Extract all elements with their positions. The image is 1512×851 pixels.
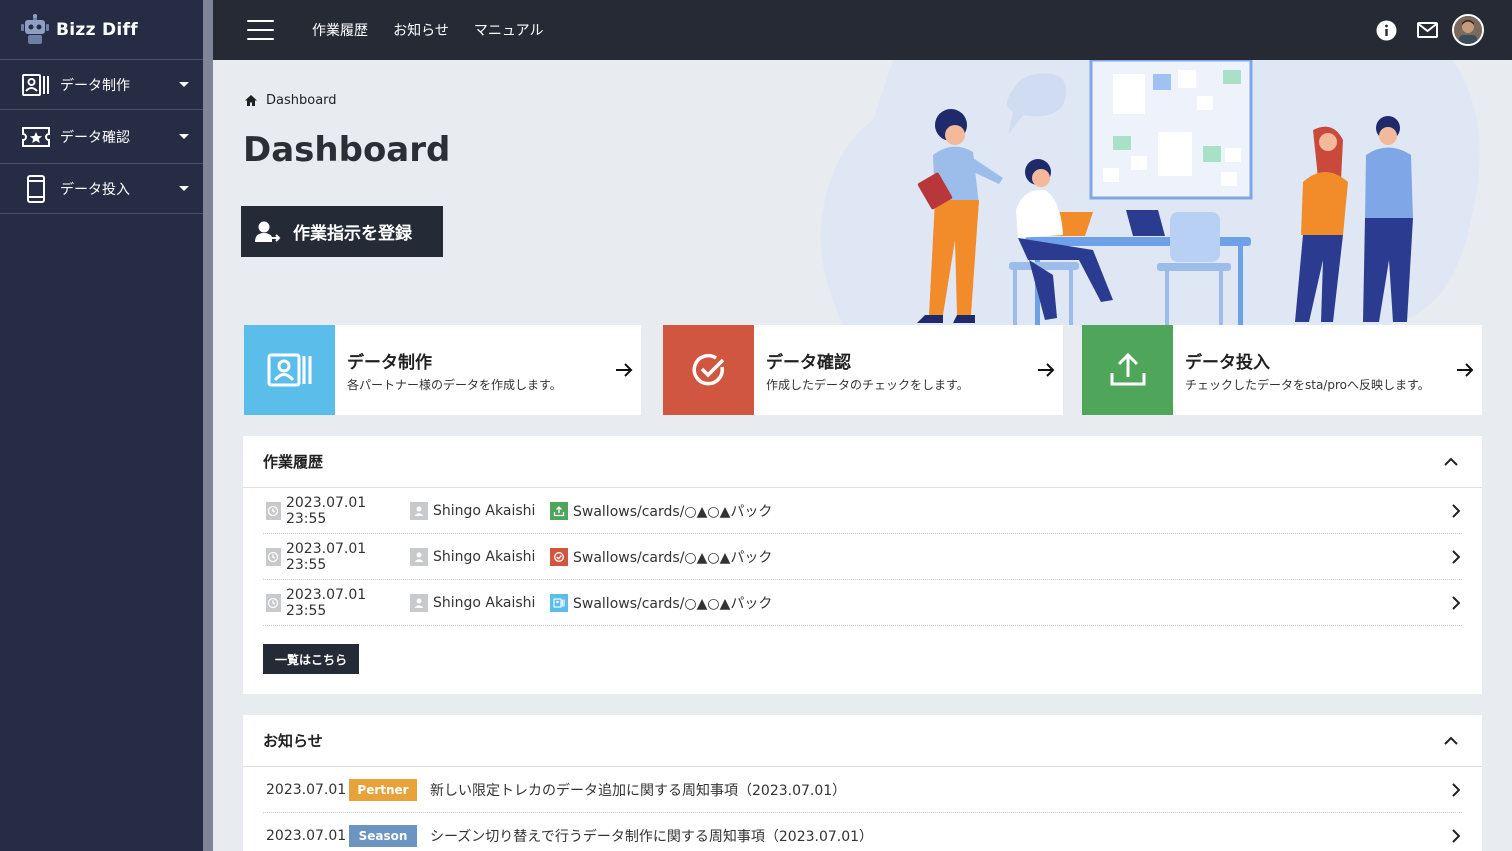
team-illustration bbox=[820, 60, 1480, 325]
history-date: 2023.07.01 23:55 bbox=[285, 494, 367, 527]
history-title: 作業履歴 bbox=[263, 453, 324, 471]
nav-manual[interactable]: マニュアル bbox=[474, 23, 544, 39]
category-badge: Pertner bbox=[349, 778, 417, 801]
sidebar-item-label: データ確認 bbox=[60, 129, 130, 146]
user-icon bbox=[410, 501, 428, 520]
history-path: Swallows/cards/○▲○▲パック bbox=[573, 595, 773, 612]
card-data-check[interactable]: データ確認 作成したデータのチェックをします。 bbox=[663, 325, 1063, 415]
chevron-right-icon bbox=[1451, 782, 1460, 797]
category-badge: Season bbox=[349, 824, 417, 847]
sidebar-item-data-upload[interactable]: データ投入 bbox=[0, 164, 203, 214]
view-all-button[interactable]: 一覧はこちら bbox=[263, 644, 360, 674]
check-circle-icon bbox=[550, 547, 568, 566]
main-content: Dashboard Dashboard 作業指示を登録 データ制作 各パートナー… bbox=[213, 60, 1512, 851]
ticket-star-icon bbox=[22, 124, 50, 150]
sidebar-item-data-creation[interactable]: データ制作 bbox=[0, 60, 203, 110]
top-bar: 作業履歴 お知らせ マニュアル bbox=[213, 0, 1512, 60]
news-headline: 新しい限定トレカのデータ追加に関する周知事項（2023.07.01） bbox=[430, 782, 847, 799]
news-headline: シーズン切り替えで行うデータ制作に関する周知事項（2023.07.01） bbox=[430, 828, 874, 845]
user-arrow-icon bbox=[255, 220, 281, 244]
chevron-right-icon bbox=[1451, 503, 1460, 518]
history-user: Shingo Akaishi bbox=[433, 502, 536, 519]
sidebar-item-data-check[interactable]: データ確認 bbox=[0, 110, 203, 164]
chevron-up-icon[interactable] bbox=[1444, 736, 1458, 745]
chevron-right-icon bbox=[1451, 828, 1460, 843]
clock-icon bbox=[266, 501, 281, 520]
id-card-icon bbox=[22, 72, 50, 98]
hamburger-menu-icon[interactable] bbox=[247, 20, 274, 40]
sidebar-item-label: データ投入 bbox=[60, 181, 130, 198]
info-icon[interactable] bbox=[1376, 20, 1397, 41]
caret-down-icon bbox=[179, 186, 189, 191]
breadcrumb-current: Dashboard bbox=[266, 93, 337, 108]
register-task-label: 作業指示を登録 bbox=[293, 224, 412, 244]
history-panel: 作業履歴 2023.07.01 23:55 Shingo Akaishi Swa… bbox=[243, 436, 1482, 694]
user-icon bbox=[410, 593, 428, 612]
clock-icon bbox=[266, 547, 281, 566]
card-data-creation[interactable]: データ制作 各パートナー様のデータを作成します。 bbox=[244, 325, 641, 415]
sidebar: Bizz Diff データ制作 データ確認 データ投入 bbox=[0, 0, 203, 851]
card-title: データ確認 bbox=[766, 352, 851, 373]
card-title: データ制作 bbox=[347, 352, 432, 373]
caret-down-icon bbox=[179, 134, 189, 139]
mail-icon[interactable] bbox=[1417, 22, 1438, 38]
top-nav: 作業履歴 お知らせ マニュアル bbox=[312, 20, 564, 40]
nav-work-history[interactable]: 作業履歴 bbox=[312, 23, 368, 39]
id-card-icon bbox=[550, 593, 568, 612]
nav-notices[interactable]: お知らせ bbox=[393, 23, 449, 39]
id-card-icon bbox=[244, 325, 335, 415]
history-user: Shingo Akaishi bbox=[433, 594, 536, 611]
history-row[interactable]: 2023.07.01 23:55 Shingo Akaishi Swallows… bbox=[263, 488, 1462, 534]
history-date: 2023.07.01 23:55 bbox=[285, 540, 367, 573]
hero: Dashboard Dashboard 作業指示を登録 bbox=[213, 60, 1512, 325]
caret-down-icon bbox=[179, 82, 189, 87]
history-user: Shingo Akaishi bbox=[433, 548, 536, 565]
history-path: Swallows/cards/○▲○▲パック bbox=[573, 503, 773, 520]
clock-icon bbox=[266, 593, 281, 612]
news-row[interactable]: 2023.07.01 Pertner 新しい限定トレカのデータ追加に関する周知事… bbox=[263, 767, 1462, 813]
home-icon[interactable] bbox=[244, 94, 258, 107]
card-data-upload[interactable]: データ投入 チェックしたデータをsta/proへ反映します。 bbox=[1082, 325, 1482, 415]
chevron-right-icon bbox=[1451, 595, 1460, 610]
arrow-right-icon bbox=[607, 362, 641, 378]
history-path: Swallows/cards/○▲○▲パック bbox=[573, 549, 773, 566]
card-description: チェックしたデータをsta/proへ反映します。 bbox=[1185, 377, 1430, 392]
check-circle-icon bbox=[663, 325, 754, 415]
breadcrumb: Dashboard bbox=[244, 93, 337, 108]
history-row[interactable]: 2023.07.01 23:55 Shingo Akaishi Swallows… bbox=[263, 580, 1462, 626]
page-title: Dashboard bbox=[243, 130, 451, 170]
news-date: 2023.07.01 bbox=[266, 781, 347, 798]
sidebar-item-label: データ制作 bbox=[60, 77, 130, 94]
news-title: お知らせ bbox=[263, 732, 323, 750]
chevron-up-icon[interactable] bbox=[1444, 457, 1458, 466]
robot-icon bbox=[21, 13, 49, 44]
avatar[interactable] bbox=[1452, 14, 1484, 46]
user-icon bbox=[410, 547, 428, 566]
brand[interactable]: Bizz Diff bbox=[0, 0, 203, 60]
chevron-right-icon bbox=[1451, 549, 1460, 564]
news-row[interactable]: 2023.07.01 Season シーズン切り替えで行うデータ制作に関する周知… bbox=[263, 813, 1462, 851]
arrow-right-icon bbox=[1029, 362, 1063, 378]
arrow-right-icon bbox=[1448, 362, 1482, 378]
card-title: データ投入 bbox=[1185, 352, 1270, 373]
news-panel: お知らせ 2023.07.01 Pertner 新しい限定トレカのデータ追加に関… bbox=[243, 715, 1482, 851]
card-description: 作成したデータのチェックをします。 bbox=[766, 377, 969, 392]
register-task-button[interactable]: 作業指示を登録 bbox=[241, 206, 443, 257]
upload-icon bbox=[1082, 325, 1173, 415]
history-date: 2023.07.01 23:55 bbox=[285, 586, 367, 619]
news-date: 2023.07.01 bbox=[266, 827, 347, 844]
mobile-icon bbox=[22, 174, 50, 203]
upload-icon bbox=[550, 501, 568, 520]
card-description: 各パートナー様のデータを作成します。 bbox=[347, 377, 562, 392]
sidebar-scrollbar[interactable] bbox=[203, 0, 213, 851]
history-row[interactable]: 2023.07.01 23:55 Shingo Akaishi Swallows… bbox=[263, 534, 1462, 580]
brand-name: Bizz Diff bbox=[56, 19, 138, 40]
